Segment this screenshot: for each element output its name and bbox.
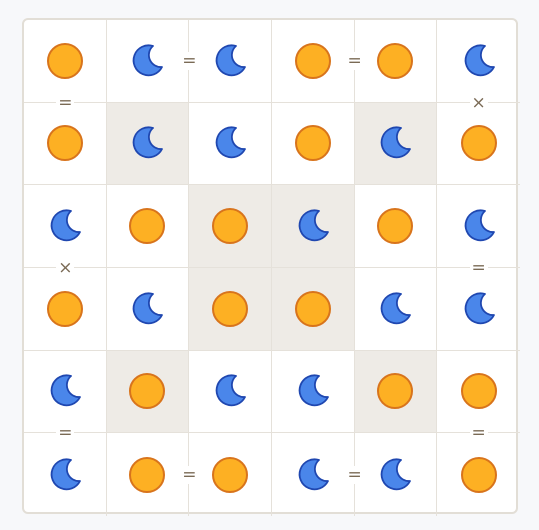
moon-icon	[215, 374, 247, 407]
moon-icon	[464, 292, 495, 325]
sun-icon	[377, 373, 414, 410]
board-cell-r1-c3[interactable]	[189, 20, 272, 103]
board-cell-r3-c5[interactable]	[354, 185, 438, 268]
moon-icon	[381, 126, 412, 159]
moon-icon	[215, 44, 247, 77]
board-cell-r6-c6[interactable]	[437, 433, 520, 516]
board-cell-r5-c2[interactable]	[106, 350, 190, 434]
board-cell-r2-c1[interactable]	[24, 102, 107, 186]
board-cell-r6-c3[interactable]	[189, 433, 272, 516]
sun-icon	[212, 208, 249, 245]
sun-icon	[294, 125, 331, 162]
sun-icon	[212, 456, 249, 493]
board-cell-r1-c1[interactable]	[24, 20, 107, 103]
sun-icon	[460, 125, 497, 162]
moon-icon	[464, 209, 495, 242]
moon-icon	[50, 458, 81, 490]
board-cell-r1-c4[interactable]	[272, 20, 355, 103]
board-cell-r2-c3[interactable]	[189, 102, 272, 186]
board-cell-r2-c4[interactable]	[272, 102, 355, 186]
board-cell-r6-c4[interactable]	[272, 433, 355, 516]
sun-icon	[294, 42, 331, 79]
sun-icon	[46, 290, 83, 327]
board-cell-r3-c6[interactable]	[437, 185, 520, 268]
board-cell-r2-c2[interactable]	[106, 102, 190, 186]
moon-icon	[50, 374, 81, 407]
board-cell-r4-c4[interactable]	[272, 268, 355, 351]
board-cell-r5-c5[interactable]	[354, 350, 438, 434]
board-cell-r6-c1[interactable]	[24, 433, 107, 516]
sun-icon	[129, 456, 166, 493]
sun-icon	[377, 42, 414, 79]
board-cell-r6-c5[interactable]	[355, 433, 438, 516]
sun-icon	[460, 373, 497, 410]
board-cell-r1-c2[interactable]	[106, 20, 190, 103]
board-cell-r4-c3[interactable]	[189, 268, 272, 351]
sun-icon	[460, 456, 497, 493]
board-cell-r1-c6[interactable]	[437, 20, 520, 103]
moon-icon	[381, 292, 412, 325]
sun-icon	[212, 290, 249, 327]
moon-icon	[381, 458, 412, 490]
moon-icon	[133, 126, 164, 159]
board-cell-r5-c3[interactable]	[189, 350, 272, 434]
sun-icon	[294, 290, 331, 327]
board-cell-r5-c4[interactable]	[272, 350, 355, 434]
sun-icon	[129, 373, 166, 410]
sun-icon	[46, 125, 83, 162]
board-cell-r4-c2[interactable]	[106, 268, 190, 351]
moon-icon	[215, 126, 247, 159]
board-cell-r1-c5[interactable]	[354, 20, 438, 103]
board-cell-r4-c6[interactable]	[437, 268, 520, 351]
board-cell-r5-c6[interactable]	[437, 351, 520, 434]
board-cell-r4-c1[interactable]	[24, 268, 107, 351]
moon-icon	[464, 44, 495, 77]
board-cell-r3-c1[interactable]	[24, 185, 107, 268]
game-board: = = = × × = = = = =	[22, 18, 520, 516]
moon-icon	[133, 292, 164, 325]
moon-icon	[298, 458, 329, 490]
board-grid: = = = × × = = = = =	[24, 20, 520, 516]
board-cell-r2-c6[interactable]	[437, 103, 520, 186]
sun-icon	[129, 208, 166, 245]
board-cell-r6-c2[interactable]	[107, 433, 190, 516]
board-cell-r3-c4[interactable]	[272, 185, 355, 268]
moon-icon	[298, 209, 329, 242]
moon-icon	[50, 209, 81, 242]
board-cell-r3-c2[interactable]	[106, 185, 190, 268]
board-cell-r4-c5[interactable]	[354, 268, 438, 351]
moon-icon	[298, 374, 329, 407]
board-cell-r5-c1[interactable]	[24, 350, 107, 434]
sun-icon	[46, 42, 83, 79]
board-cell-r2-c5[interactable]	[354, 102, 438, 186]
board-cell-r3-c3[interactable]	[189, 185, 272, 268]
moon-icon	[133, 44, 164, 77]
sun-icon	[377, 208, 414, 245]
